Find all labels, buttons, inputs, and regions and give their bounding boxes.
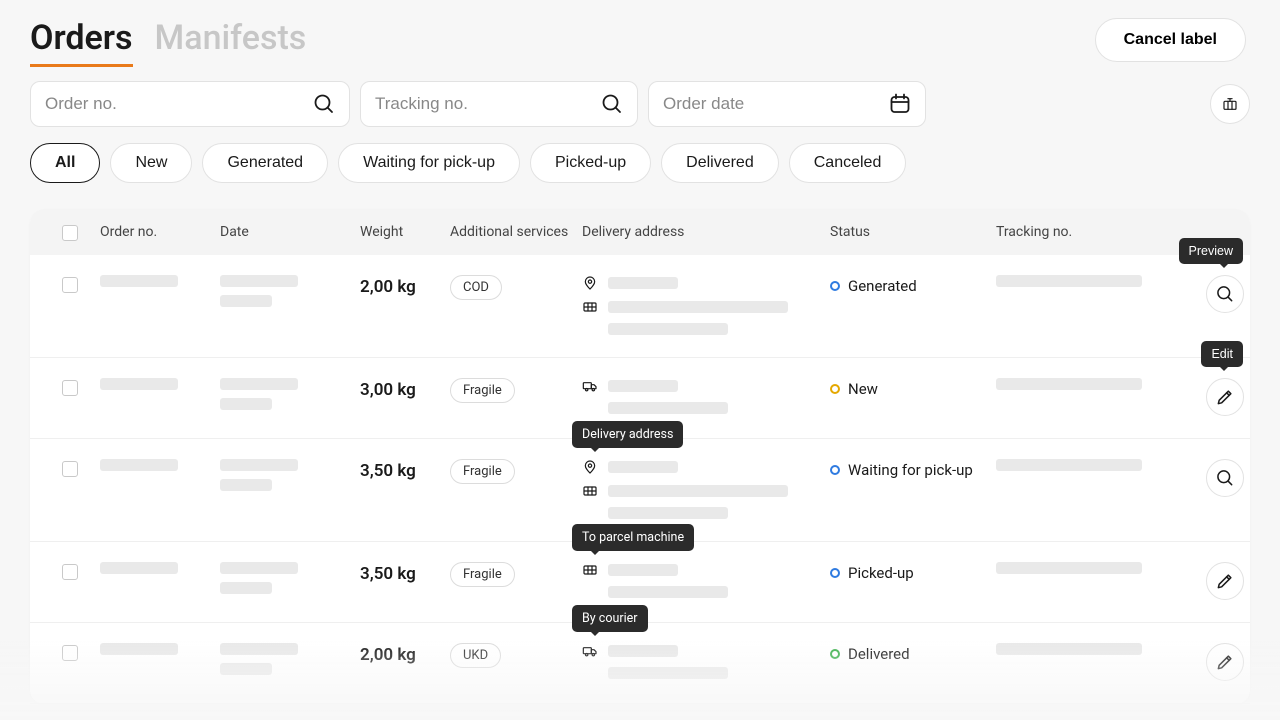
status-label: Delivered <box>848 645 910 663</box>
row-checkbox[interactable] <box>62 380 78 396</box>
service-badge: Fragile <box>450 378 515 403</box>
preview-button[interactable]: Preview <box>1206 275 1244 313</box>
grid-icon <box>582 562 598 578</box>
status-label: New <box>848 380 878 398</box>
filter-canceled[interactable]: Canceled <box>789 143 907 183</box>
status-dot <box>830 649 840 659</box>
weight-value: 3,50 kg <box>360 459 450 481</box>
tooltip-delivery-address: Delivery address <box>572 421 683 448</box>
status-cell: New <box>830 378 996 398</box>
orders-table: Order no. Date Weight Additional service… <box>30 209 1250 704</box>
table-row: 2,00 kgUKD By courier Delivered <box>30 623 1250 704</box>
filter-pickedup[interactable]: Picked-up <box>530 143 651 183</box>
status-filters: All New Generated Waiting for pick-up Pi… <box>0 127 1280 183</box>
row-checkbox[interactable] <box>62 564 78 580</box>
columns-settings-button[interactable] <box>1210 84 1250 124</box>
weight-value: 2,00 kg <box>360 643 450 665</box>
tab-orders[interactable]: Orders <box>30 18 133 67</box>
col-status: Status <box>830 224 996 240</box>
filter-generated[interactable]: Generated <box>202 143 328 183</box>
tracking-no-input-wrap[interactable] <box>360 81 638 127</box>
truck-icon <box>582 643 598 659</box>
weight-value: 2,00 kg <box>360 275 450 297</box>
search-icon <box>1215 468 1235 488</box>
tooltip-preview: Preview <box>1179 238 1243 264</box>
status-dot <box>830 281 840 291</box>
search-icon <box>597 89 627 119</box>
order-no-input[interactable] <box>31 94 349 114</box>
address-cell <box>582 275 830 335</box>
service-badge: Fragile <box>450 459 515 484</box>
service-badge: UKD <box>450 643 501 668</box>
filter-new[interactable]: New <box>110 143 192 183</box>
table-header: Order no. Date Weight Additional service… <box>30 209 1250 255</box>
pin-icon <box>582 275 598 291</box>
edit-button[interactable]: Edit <box>1206 378 1244 416</box>
columns-icon <box>1222 96 1238 112</box>
pencil-icon <box>1215 387 1235 407</box>
tab-manifests[interactable]: Manifests <box>155 18 307 64</box>
status-label: Picked-up <box>848 564 914 582</box>
tooltip-edit: Edit <box>1201 341 1243 367</box>
weight-value: 3,00 kg <box>360 378 450 400</box>
tracking-no-input[interactable] <box>361 94 637 114</box>
truck-icon <box>582 378 598 394</box>
status-cell: Delivered <box>830 643 996 663</box>
tooltip-parcel-machine: To parcel machine <box>572 524 694 551</box>
status-dot <box>830 568 840 578</box>
search-icon <box>1215 284 1235 304</box>
grid-icon <box>582 299 598 315</box>
service-badge: Fragile <box>450 562 515 587</box>
filter-all[interactable]: All <box>30 143 100 183</box>
address-cell: By courier <box>582 643 830 679</box>
pencil-icon <box>1215 571 1235 591</box>
cancel-label-button[interactable]: Cancel label <box>1095 18 1246 62</box>
status-cell: Picked-up <box>830 562 996 582</box>
table-row: 2,00 kgCOD Generated Preview <box>30 255 1250 358</box>
filter-waiting[interactable]: Waiting for pick-up <box>338 143 520 183</box>
status-dot <box>830 384 840 394</box>
calendar-icon <box>885 89 915 119</box>
service-badge: COD <box>450 275 502 300</box>
row-checkbox[interactable] <box>62 277 78 293</box>
col-services: Additional services <box>450 224 582 240</box>
filter-delivered[interactable]: Delivered <box>661 143 779 183</box>
status-label: Generated <box>848 277 917 295</box>
address-cell: To parcel machine <box>582 562 830 598</box>
col-date: Date <box>220 224 360 240</box>
col-tracking: Tracking no. <box>996 224 1166 240</box>
row-checkbox[interactable] <box>62 645 78 661</box>
weight-value: 3,50 kg <box>360 562 450 584</box>
status-cell: Generated <box>830 275 996 295</box>
row-checkbox[interactable] <box>62 461 78 477</box>
status-dot <box>830 465 840 475</box>
search-icon <box>309 89 339 119</box>
select-all-checkbox[interactable] <box>62 225 78 241</box>
address-cell: Delivery address <box>582 459 830 519</box>
preview-button[interactable] <box>1206 459 1244 497</box>
status-cell: Waiting for pick-up <box>830 459 996 479</box>
tooltip-by-courier: By courier <box>572 605 648 632</box>
col-address: Delivery address <box>582 224 830 240</box>
status-label: Waiting for pick-up <box>848 461 973 479</box>
order-date-input[interactable] <box>649 94 925 114</box>
order-no-input-wrap[interactable] <box>30 81 350 127</box>
col-weight: Weight <box>360 224 450 240</box>
grid-icon <box>582 483 598 499</box>
address-cell <box>582 378 830 414</box>
order-date-input-wrap[interactable] <box>648 81 926 127</box>
pencil-icon <box>1215 652 1235 672</box>
pin-icon <box>582 459 598 475</box>
edit-button[interactable] <box>1206 562 1244 600</box>
col-order-no: Order no. <box>100 224 220 240</box>
edit-button[interactable] <box>1206 643 1244 681</box>
